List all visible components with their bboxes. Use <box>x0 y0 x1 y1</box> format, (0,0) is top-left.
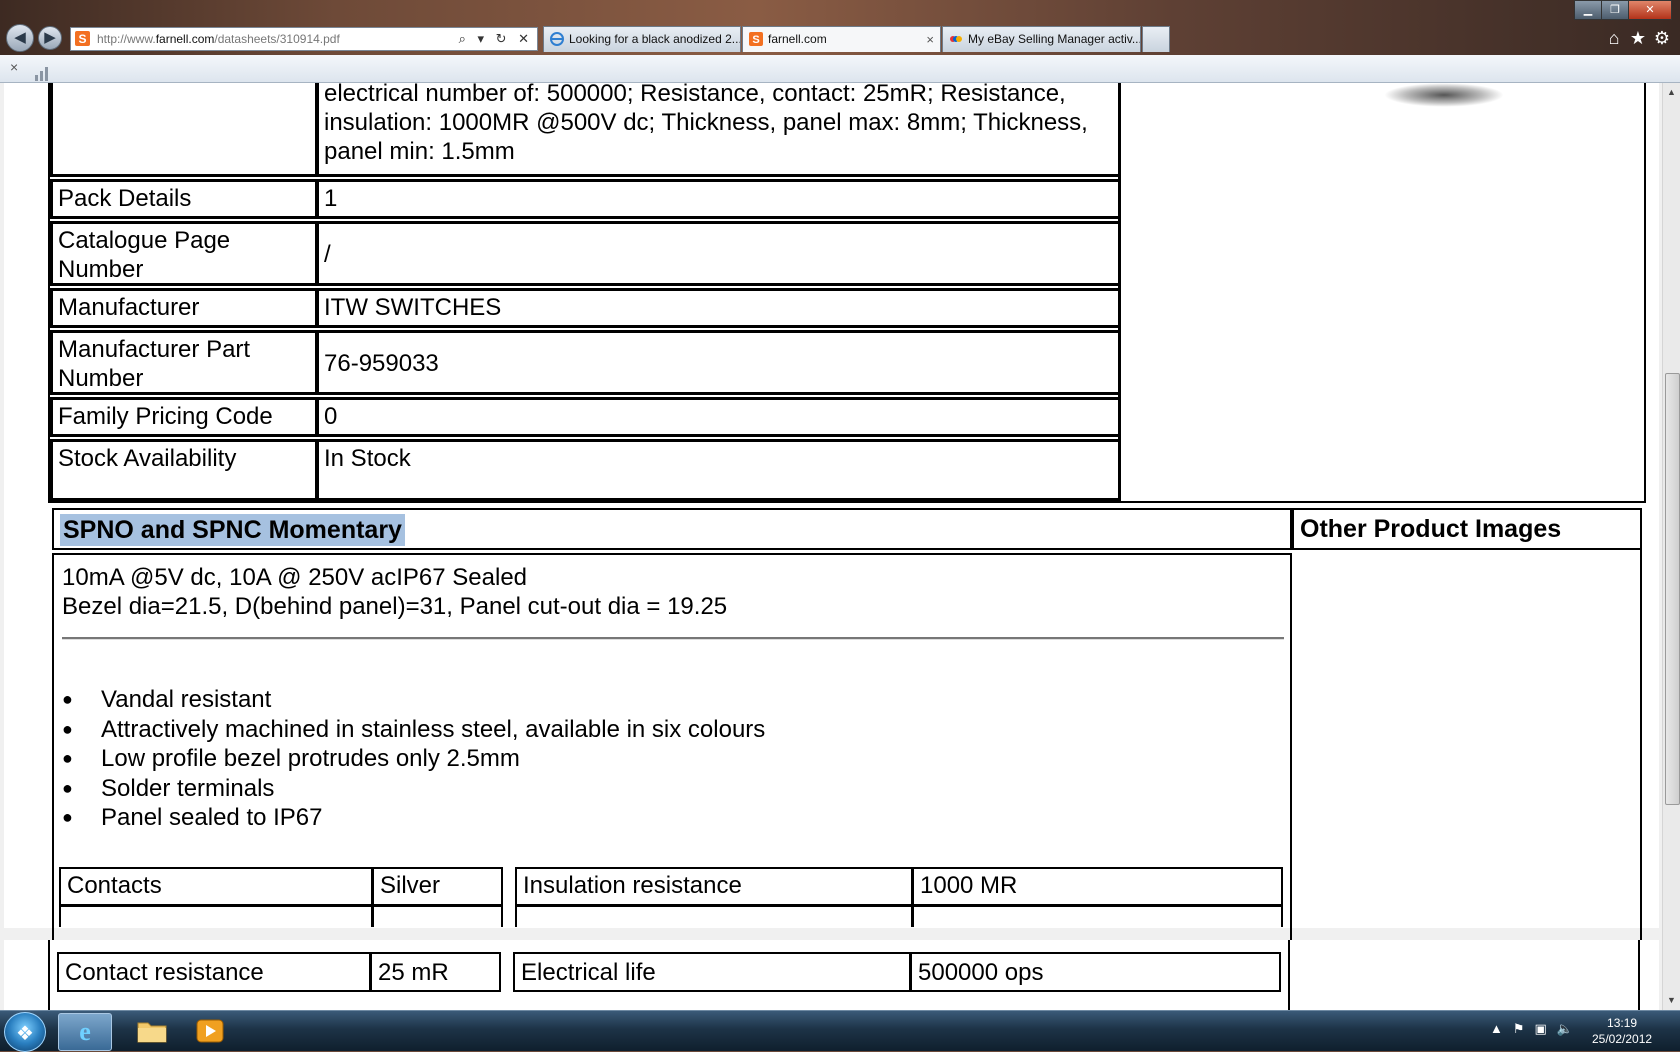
forward-arrow-icon: ▶ <box>44 29 56 46</box>
spec-value: 0 <box>316 397 1121 437</box>
new-tab-button[interactable] <box>1142 26 1170 52</box>
farnell-icon: S <box>749 32 763 46</box>
spec-label: Pack Details <box>50 179 318 219</box>
product-section-header: SPNO and SPNC Momentary <box>52 508 1292 550</box>
svg-text:S: S <box>78 32 86 46</box>
ie-page-icon <box>550 32 564 46</box>
desc-line-dimensions: Bezel dia=21.5, D(behind panel)=31, Pane… <box>62 593 728 620</box>
clock-date: 25/02/2012 <box>1592 1032 1653 1046</box>
list-item: Attractively machined in stainless steel… <box>62 715 765 745</box>
spec-label: Manufacturer Part Number <box>50 330 318 395</box>
vertical-scrollbar[interactable]: ▲ ▼ <box>1662 83 1680 1010</box>
back-button[interactable]: ◀ <box>6 24 34 52</box>
list-item: Low profile bezel protrudes only 2.5mm <box>62 744 765 774</box>
property-label: Electrical life <box>515 954 912 990</box>
home-icon[interactable]: ⌂ <box>1604 28 1624 48</box>
spec-value: In Stock <box>316 439 1121 501</box>
spec-value: 1 <box>316 179 1121 219</box>
action-center-flag-icon[interactable]: ⚑ <box>1513 1021 1535 1036</box>
spec-label: Manufacturer <box>50 288 318 328</box>
scroll-up-icon[interactable]: ▲ <box>1667 87 1676 97</box>
minimize-button[interactable]: ▁ <box>1574 0 1602 20</box>
address-tools[interactable]: ⌕ ▾ ↻ ✕ <box>459 28 533 50</box>
spec-label: Family Pricing Code <box>50 397 318 437</box>
property-label: Contacts <box>61 869 374 927</box>
clock[interactable]: 13:19 25/02/2012 <box>1592 1015 1652 1047</box>
property-value: 500000 ops <box>918 959 1044 986</box>
product-description: 10mA @5V dc, 10A @ 250V acIP67 Sealed Be… <box>52 553 1292 993</box>
page-viewport: electrical number of: 500000; Resistance… <box>0 83 1662 1010</box>
command-bar: × <box>0 55 1680 83</box>
scroll-thumb[interactable] <box>1665 373 1680 805</box>
feature-list: Vandal resistant Attractively machined i… <box>62 685 765 833</box>
tab-close-button[interactable]: × <box>926 27 934 52</box>
property-table-left: Contact resistance 25 mR <box>57 952 501 992</box>
browser-title-bar: ▁ ❐ ✕ ◀ ▶ S http://www.farnell.com/datas… <box>0 0 1680 55</box>
tab-ebay[interactable]: My eBay Selling Manager activ... <box>942 26 1141 52</box>
ebay-icon <box>950 36 962 42</box>
maximize-button[interactable]: ❐ <box>1601 0 1629 20</box>
network-icon[interactable]: ▣ <box>1535 1021 1557 1036</box>
datasheet-page-2: Contact resistance 25 mR Electrical life… <box>4 940 1659 1010</box>
spec-top-value: electrical number of: 500000; Resistance… <box>316 83 1121 177</box>
spec-value: ITW SWITCHES <box>316 288 1121 328</box>
divider <box>62 637 1284 640</box>
taskbar-explorer-button[interactable] <box>126 1013 178 1049</box>
svg-text:S: S <box>752 34 759 46</box>
list-item: Solder terminals <box>62 774 765 804</box>
system-tray[interactable]: ▲⚑▣🔈 <box>1490 1021 1583 1037</box>
taskbar-media-player-button[interactable] <box>184 1013 236 1049</box>
spec-label: Stock Availability <box>50 439 318 501</box>
media-player-icon <box>196 1019 224 1043</box>
volume-icon[interactable]: 🔈 <box>1557 1021 1583 1036</box>
property-label: Insulation resistance <box>517 869 914 927</box>
close-bar-icon[interactable]: × <box>10 59 18 75</box>
product-title: SPNO and SPNC Momentary <box>60 514 405 546</box>
list-item: Vandal resistant <box>62 685 765 715</box>
signal-bars-icon <box>35 63 50 81</box>
tab-farnell[interactable]: S farnell.com × <box>742 26 941 52</box>
tab-looking-for[interactable]: Looking for a black anodized 2... <box>543 26 741 52</box>
folder-icon <box>137 1022 167 1043</box>
other-images-heading: Other Product Images <box>1292 508 1642 550</box>
windows-start-icon[interactable]: ❖ <box>4 1012 46 1052</box>
address-bar[interactable]: S http://www.farnell.com/datasheets/3109… <box>70 27 538 51</box>
property-value: 1000 MR <box>920 872 1018 899</box>
property-table-right: Electrical life 500000 ops <box>513 952 1281 992</box>
back-arrow-icon: ◀ <box>14 29 26 46</box>
datasheet-page: electrical number of: 500000; Resistance… <box>4 83 1659 995</box>
spec-value: 76-959033 <box>316 330 1121 395</box>
favorites-star-icon[interactable]: ★ <box>1628 28 1648 48</box>
scroll-down-icon[interactable]: ▼ <box>1667 995 1676 1005</box>
property-value: Silver <box>380 872 441 899</box>
address-url: http://www.farnell.com/datasheets/310914… <box>97 32 340 46</box>
spec-label: Catalogue Page Number <box>50 221 318 286</box>
spec-value: / <box>316 221 1121 286</box>
property-table-right: Insulation resistance 1000 MR <box>515 867 1283 927</box>
internet-explorer-icon: e <box>79 1017 91 1046</box>
other-images-panel <box>1292 550 1642 995</box>
clock-time: 13:19 <box>1607 1016 1638 1030</box>
taskbar: ❖ e ▲⚑▣🔈 13:19 25/02/2012 <box>0 1010 1680 1052</box>
property-value: 25 mR <box>378 959 449 986</box>
desc-line-ratings: 10mA @5V dc, 10A @ 250V acIP67 Sealed <box>62 564 528 591</box>
forward-button[interactable]: ▶ <box>38 26 62 50</box>
close-window-button[interactable]: ✕ <box>1628 0 1672 20</box>
spec-table: electrical number of: 500000; Resistance… <box>48 83 1646 503</box>
list-item: Panel sealed to IP67 <box>62 803 765 833</box>
farnell-icon: S <box>75 31 90 46</box>
property-table-left: Contacts Silver <box>59 867 503 927</box>
property-label: Contact resistance <box>59 954 372 990</box>
tools-gear-icon[interactable]: ⚙ <box>1652 28 1672 48</box>
taskbar-ie-button[interactable]: e <box>58 1013 112 1051</box>
show-hidden-icons-icon[interactable]: ▲ <box>1490 1021 1513 1036</box>
